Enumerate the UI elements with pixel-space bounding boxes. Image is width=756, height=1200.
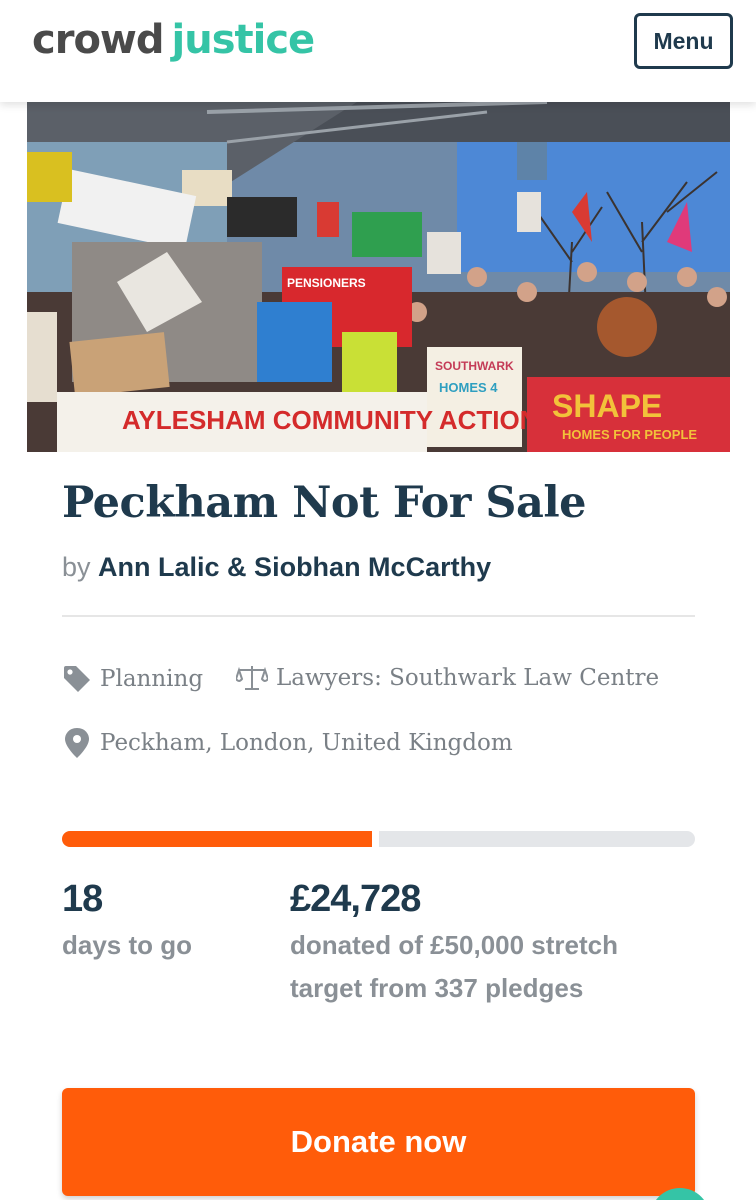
hero-banner-main: AYLESHAM COMMUNITY ACTION	[122, 405, 539, 435]
logo-justice-text: justice	[171, 17, 316, 63]
campaign-hero-image: PENSIONERS SOUTHWARK HOMES 4 AYLESHAM CO…	[27, 102, 730, 452]
funding-progress-bar	[62, 831, 695, 847]
svg-text:PENSIONERS: PENSIONERS	[287, 276, 366, 290]
amount-raised-label-line2: target from 337 pledges	[290, 973, 584, 1003]
campaign-title: Peckham Not For Sale	[62, 478, 587, 528]
hero-banner-right: SHAPE	[552, 388, 662, 424]
hero-banner-right-sub: HOMES FOR PEOPLE	[562, 427, 697, 442]
location-label: Peckham, London, United Kingdom	[100, 730, 513, 756]
progress-remaining	[379, 831, 695, 847]
crowdjustice-logo[interactable]: crowd justice	[32, 14, 316, 66]
scales-icon	[236, 666, 268, 690]
days-remaining-value: 18	[62, 878, 103, 920]
map-pin-icon	[65, 728, 89, 758]
byline-authors[interactable]: Ann Lalic & Siobhan McCarthy	[98, 552, 491, 582]
amount-raised-value: £24,728	[290, 878, 421, 920]
location-info: Peckham, London, United Kingdom	[62, 727, 513, 759]
amount-raised-label-line1: donated of £50,000 stretch	[290, 930, 618, 960]
svg-text:HOMES 4: HOMES 4	[439, 380, 498, 395]
category-label: Planning	[100, 666, 204, 692]
donate-now-button[interactable]: Donate now	[62, 1088, 695, 1196]
protest-photo: PENSIONERS SOUTHWARK HOMES 4 AYLESHAM CO…	[27, 102, 730, 452]
lawyers-info[interactable]: Lawyers: Southwark Law Centre	[236, 664, 659, 692]
top-navigation-bar: crowd justice Menu	[0, 0, 756, 102]
logo-crowd-text: crowd	[32, 17, 165, 63]
section-divider	[62, 615, 695, 617]
svg-text:SOUTHWARK: SOUTHWARK	[435, 359, 514, 373]
days-remaining-label: days to go	[62, 930, 193, 960]
byline-prefix: by	[62, 552, 91, 582]
tag-icon	[64, 666, 90, 692]
lawyers-label: Lawyers: Southwark Law Centre	[276, 665, 660, 691]
campaign-byline: by Ann Lalic & Siobhan McCarthy	[62, 552, 491, 583]
menu-button[interactable]: Menu	[634, 13, 733, 69]
progress-fill	[62, 831, 372, 847]
category-tag[interactable]: Planning	[62, 664, 203, 694]
